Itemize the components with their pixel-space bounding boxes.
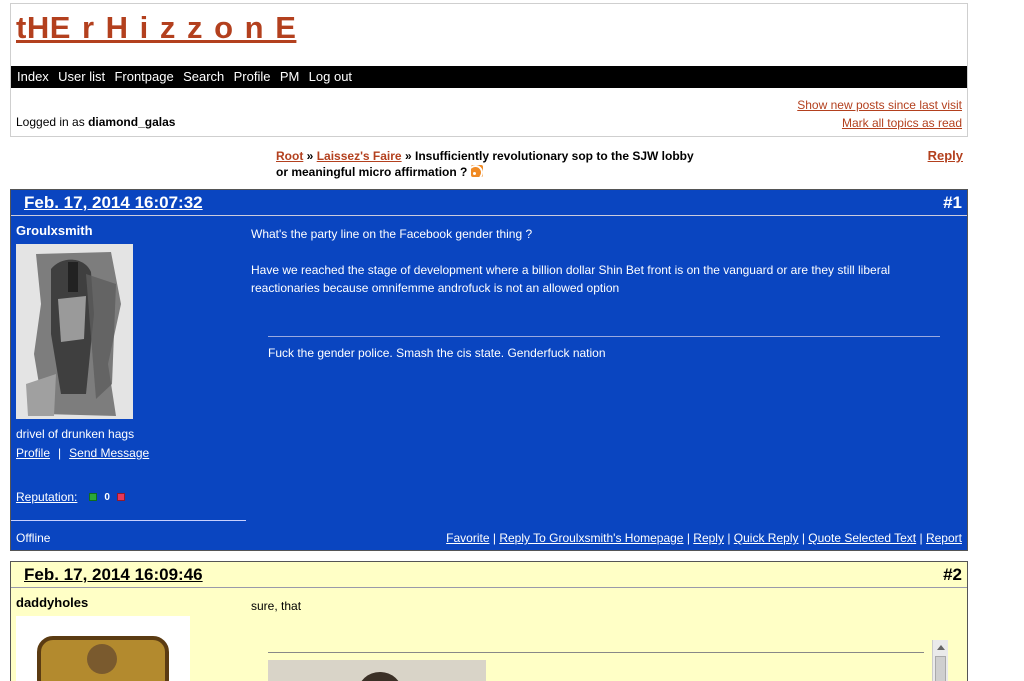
nav-frontpage[interactable]: Frontpage	[114, 66, 173, 88]
post-body: What's the party line on the Facebook ge…	[251, 225, 951, 315]
logged-in-status: Logged in as diamond_galas	[16, 115, 175, 129]
reputation-count: 0	[104, 491, 110, 503]
quote-selected-text-link[interactable]: Quote Selected Text	[808, 531, 916, 545]
post-paragraph: What's the party line on the Facebook ge…	[251, 227, 533, 241]
post-author[interactable]: daddyholes	[16, 595, 88, 610]
post-date[interactable]: Feb. 17, 2014 16:09:46	[24, 565, 203, 585]
scrollbar-thumb[interactable]	[935, 656, 946, 681]
site-header: tHE r H i z z o n E Index User list Fron…	[10, 3, 968, 137]
topic-reply-button[interactable]: Reply	[928, 148, 963, 163]
reply-to-homepage-link[interactable]: Reply To Groulxsmith's Homepage	[499, 531, 683, 545]
post-signature: Fuck the gender police. Smash the cis st…	[268, 346, 606, 360]
send-message-link[interactable]: Send Message	[69, 446, 149, 460]
profile-link[interactable]: Profile	[16, 446, 50, 460]
logged-in-username: diamond_galas	[88, 115, 176, 129]
post-paragraph: Have we reached the stage of development…	[251, 263, 891, 295]
action-separator: |	[492, 531, 496, 545]
online-status: Offline	[16, 531, 51, 545]
nav-profile[interactable]: Profile	[234, 66, 271, 88]
avatar	[16, 244, 133, 422]
favorite-link[interactable]: Favorite	[446, 531, 489, 545]
action-separator: |	[727, 531, 731, 545]
post-paragraph: sure, that	[251, 599, 302, 613]
reputation-plus-icon[interactable]	[89, 493, 98, 501]
reputation-link[interactable]: Reputation:	[16, 490, 77, 504]
report-link[interactable]: Report	[926, 531, 962, 545]
embedded-scrollbar[interactable]	[932, 640, 948, 681]
avatar-image	[16, 616, 190, 681]
avatar-image	[16, 244, 133, 419]
quick-reply-link[interactable]: Quick Reply	[734, 531, 799, 545]
breadcrumb-root[interactable]: Root	[276, 149, 303, 163]
post-header: Feb. 17, 2014 16:07:32 #1	[11, 190, 967, 216]
action-separator: |	[801, 531, 805, 545]
post-date[interactable]: Feb. 17, 2014 16:07:32	[24, 193, 203, 213]
breadcrumb-forum[interactable]: Laissez's Faire	[317, 149, 402, 163]
user-links: Profile | Send Message	[16, 446, 149, 460]
mark-all-read-link[interactable]: Mark all topics as read	[842, 116, 962, 130]
main-nav: Index User list Frontpage Search Profile…	[11, 66, 967, 88]
user-info-divider	[11, 520, 246, 521]
scroll-up-icon[interactable]	[937, 645, 945, 650]
breadcrumb-separator: »	[404, 149, 412, 163]
post-actions: Favorite | Reply To Groulxsmith's Homepa…	[446, 531, 962, 545]
logged-in-prefix: Logged in as	[16, 115, 85, 129]
signature-divider	[268, 336, 940, 337]
post-number[interactable]: #1	[943, 193, 962, 213]
nav-log-out[interactable]: Log out	[309, 66, 352, 88]
action-separator: |	[686, 531, 690, 545]
nav-user-list[interactable]: User list	[58, 66, 105, 88]
action-separator: |	[919, 531, 923, 545]
post-author[interactable]: Groulxsmith	[16, 223, 93, 238]
reputation: Reputation: 0	[16, 490, 125, 504]
nav-index[interactable]: Index	[17, 66, 49, 88]
reputation-minus-icon[interactable]	[116, 493, 125, 501]
link-separator: |	[58, 446, 62, 460]
user-title: drivel of drunken hags	[16, 427, 135, 441]
show-new-posts-link[interactable]: Show new posts since last visit	[797, 98, 962, 112]
reply-link[interactable]: Reply	[693, 531, 724, 545]
nav-search[interactable]: Search	[183, 66, 224, 88]
post-number[interactable]: #2	[943, 565, 962, 585]
post-header: Feb. 17, 2014 16:09:46 #2	[11, 562, 967, 588]
content-divider	[268, 652, 924, 653]
post: Feb. 17, 2014 16:09:46 #2 daddyholes sur…	[10, 561, 968, 681]
avatar	[16, 616, 190, 681]
rss-feed-icon[interactable]	[470, 165, 483, 177]
quick-links: Show new posts since last visit Mark all…	[797, 96, 962, 132]
post: Feb. 17, 2014 16:07:32 #1 Groulxsmith Wh…	[10, 189, 968, 551]
breadcrumb: Root » Laissez's Faire » Insufficiently …	[276, 148, 706, 180]
nav-pm[interactable]: PM	[280, 66, 300, 88]
site-title[interactable]: tHE r H i z z o n E	[16, 10, 296, 46]
embedded-image	[268, 660, 486, 681]
breadcrumb-separator: »	[306, 149, 314, 163]
post-body: sure, that	[251, 597, 951, 633]
